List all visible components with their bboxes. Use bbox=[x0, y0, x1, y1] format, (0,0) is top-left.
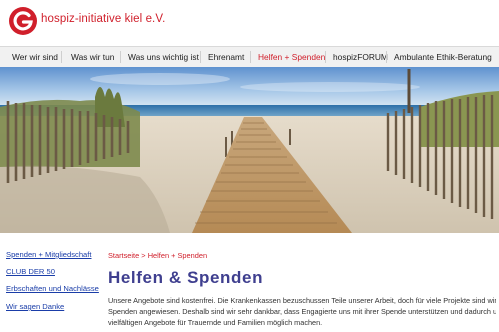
nav-item-wer-wir-sind[interactable]: Wer wir sind bbox=[12, 47, 58, 67]
intro-line: Unsere Angebote sind kostenfrei. Die Kra… bbox=[108, 296, 496, 305]
sidebar-link-erbschaften[interactable]: Erbschaften und Nachlässe bbox=[6, 284, 99, 293]
nav-separator bbox=[61, 51, 62, 63]
main-nav: Wer wir sind Was wir tun Was uns wichtig… bbox=[0, 46, 499, 68]
page-title: Helfen & Spenden bbox=[108, 268, 264, 287]
nav-item-helfen-spenden[interactable]: Helfen + Spenden bbox=[258, 47, 325, 67]
nav-item-was-wir-tun[interactable]: Was wir tun bbox=[71, 47, 114, 67]
site-header: hospiz-initiative kiel e.V. bbox=[0, 0, 499, 46]
nav-separator bbox=[120, 51, 121, 63]
nav-item-was-uns-wichtig-ist[interactable]: Was uns wichtig ist bbox=[128, 47, 199, 67]
sidebar-link-club-der-50[interactable]: CLUB DER 50 bbox=[6, 267, 55, 276]
breadcrumb-separator: > bbox=[141, 251, 146, 260]
nav-separator bbox=[325, 51, 326, 63]
sidebar-link-wir-sagen-danke[interactable]: Wir sagen Danke bbox=[6, 302, 64, 311]
intro-paragraph: Unsere Angebote sind kostenfrei. Die Kra… bbox=[108, 295, 496, 328]
nav-separator bbox=[386, 51, 387, 63]
sidebar-link-spenden-mitgliedschaft[interactable]: Spenden + Mitgliedschaft bbox=[6, 250, 92, 259]
nav-item-ehrenamt[interactable]: Ehrenamt bbox=[208, 47, 244, 67]
nav-separator bbox=[200, 51, 201, 63]
breadcrumb-current: Helfen + Spenden bbox=[147, 251, 208, 260]
breadcrumb-home[interactable]: Startseite bbox=[108, 251, 139, 260]
hero-image bbox=[0, 67, 499, 233]
site-title[interactable]: hospiz-initiative kiel e.V. bbox=[41, 13, 165, 25]
nav-item-hospizforum[interactable]: hospizFORUM bbox=[333, 47, 388, 67]
intro-line: Spenden angewiesen. Deshalb sind wir seh… bbox=[108, 307, 496, 316]
nav-separator bbox=[250, 51, 251, 63]
intro-line: vielfältigen Angebote für Trauernde und … bbox=[108, 318, 323, 327]
beach-boardwalk-photo bbox=[0, 67, 499, 233]
nav-item-ethik-beratung[interactable]: Ambulante Ethik-Beratung bbox=[394, 47, 492, 67]
breadcrumb: Startseite > Helfen + Spenden bbox=[108, 251, 207, 260]
hospiz-g-logo-icon[interactable] bbox=[8, 6, 38, 36]
